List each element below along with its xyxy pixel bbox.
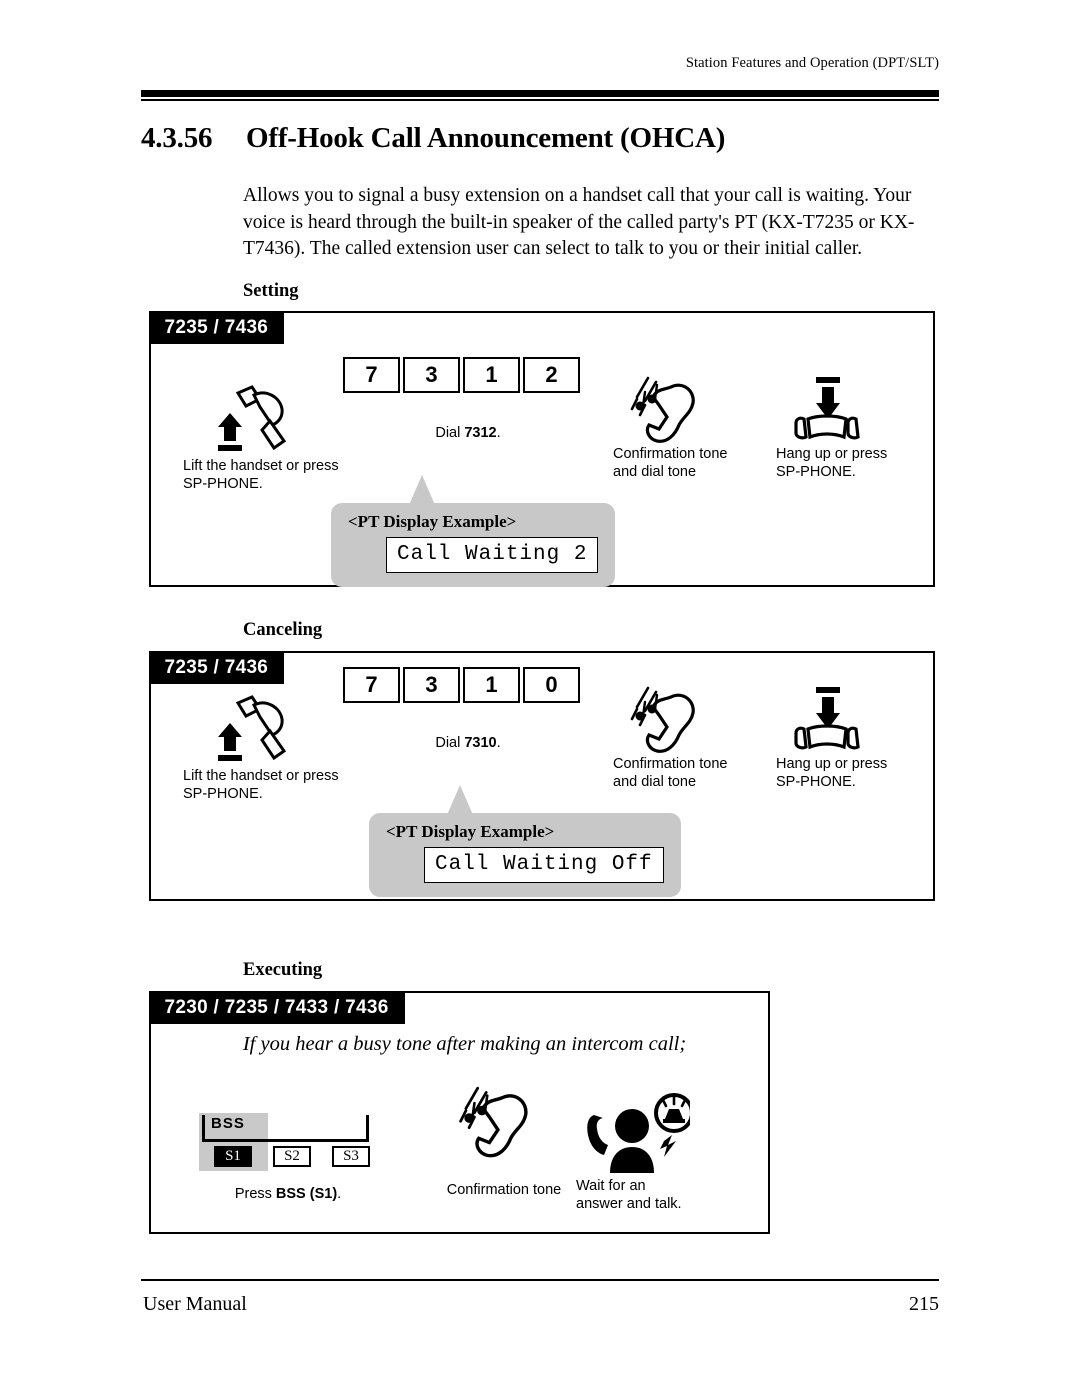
callout-bubble: <PT Display Example> Call Waiting 2 <box>331 503 616 587</box>
dial-period: . <box>496 425 501 441</box>
callout-title: <PT Display Example> <box>386 822 555 841</box>
press-period: . <box>337 1186 342 1202</box>
hang-up-icon <box>776 683 956 755</box>
intro-paragraph: Allows you to signal a busy extension on… <box>243 185 915 259</box>
step-confirmation-tone-executing: Confirmation tone <box>409 1073 599 1199</box>
step-press-bss: BSS S1 S2 S3 Press BSS (S1). <box>199 1113 399 1203</box>
softkey-row: BSS S1 S2 S3 <box>199 1113 375 1171</box>
model-banner-setting: 7235 / 7436 <box>148 310 285 344</box>
key-digit[interactable]: 0 <box>523 667 580 703</box>
procedure-box-executing: 7230 / 7235 / 7433 / 7436 If you hear a … <box>148 990 770 1234</box>
dial-code: 7310 <box>464 735 497 751</box>
dial-period: . <box>496 735 501 751</box>
confirmation-tone-icon <box>613 683 793 755</box>
key-digit[interactable]: 3 <box>403 667 460 703</box>
callout-title: <PT Display Example> <box>348 512 517 531</box>
person-answer-icon <box>576 1091 746 1177</box>
press-label: Press <box>234 1186 276 1202</box>
lcd-display: Call Waiting Off <box>424 847 664 883</box>
keypad-digits: 7 3 1 2 <box>343 357 593 393</box>
step-dial-canceling: 7 3 1 0 Dial 7310. <box>343 667 593 751</box>
model-banner-executing: 7230 / 7235 / 7433 / 7436 <box>148 990 405 1024</box>
step-caption: Dial 7310. <box>343 735 593 751</box>
dial-label: Dial <box>435 735 465 751</box>
step-wait-answer: Wait for an answer and talk. <box>576 1091 746 1213</box>
step-confirmation-tone-canceling: Confirmation tone and dial tone <box>613 683 793 791</box>
softkey-s1[interactable]: S1 <box>214 1146 252 1167</box>
procedure-box-setting: 7235 / 7436 Lift the handset or press SP… <box>148 310 935 587</box>
dial-code: 7312 <box>464 425 497 441</box>
step-caption: Confirmation tone <box>446 1182 562 1198</box>
keypad-digits: 7 3 1 0 <box>343 667 593 703</box>
key-digit[interactable]: 7 <box>343 667 400 703</box>
callout-pointer <box>409 475 435 505</box>
dial-label: Dial <box>435 425 465 441</box>
subheading-executing: Executing <box>243 960 323 980</box>
key-digit[interactable]: 1 <box>463 357 520 393</box>
key-digit[interactable]: 2 <box>523 357 580 393</box>
header-rule-thin <box>141 99 939 101</box>
key-digit[interactable]: 7 <box>343 357 400 393</box>
step-caption: Lift the handset or press SP-PHONE. <box>183 768 339 802</box>
softkey-s2[interactable]: S2 <box>273 1146 311 1167</box>
footer-rule <box>141 1279 939 1281</box>
step-caption: Lift the handset or press SP-PHONE. <box>183 458 339 492</box>
lcd-display: Call Waiting 2 <box>386 537 599 573</box>
subheading-setting: Setting <box>243 281 299 301</box>
callout-bubble: <PT Display Example> Call Waiting Off <box>369 813 681 897</box>
confirmation-tone-icon <box>613 373 793 445</box>
press-key-name: BSS (S1) <box>275 1186 338 1202</box>
step-dial-setting: 7 3 1 2 Dial 7312. <box>343 357 593 441</box>
step-hangup-setting: Hang up or press SP-PHONE. <box>776 373 956 481</box>
running-head: Station Features and Operation (DPT/SLT) <box>685 55 939 71</box>
hang-up-icon <box>776 373 956 445</box>
step-hangup-canceling: Hang up or press SP-PHONE. <box>776 683 956 791</box>
page-title: 4.3.56 Off-Hook Call Announcement (OHCA) <box>141 122 941 155</box>
page-number: 215 <box>909 1293 939 1315</box>
section-number: 4.3.56 <box>141 122 213 154</box>
model-banner-canceling: 7235 / 7436 <box>148 650 285 684</box>
subheading-canceling: Canceling <box>243 620 323 640</box>
section-title-text: Off-Hook Call Announcement (OHCA) <box>246 122 726 154</box>
step-caption: Press BSS (S1). <box>177 1185 399 1203</box>
step-caption: Dial 7312. <box>343 425 593 441</box>
softkey-label-bss: BSS <box>211 1115 245 1132</box>
key-digit[interactable]: 3 <box>403 357 460 393</box>
confirmation-tone-icon <box>409 1073 599 1181</box>
executing-note: If you hear a busy tone after making an … <box>242 1033 687 1055</box>
header-rule-thick <box>141 90 939 97</box>
step-caption: Wait for an answer and talk. <box>576 1178 682 1212</box>
softkey-s3[interactable]: S3 <box>332 1146 370 1167</box>
procedure-box-canceling: 7235 / 7436 Lift the handset or press SP… <box>148 650 935 901</box>
key-digit[interactable]: 1 <box>463 667 520 703</box>
step-confirmation-tone-setting: Confirmation tone and dial tone <box>613 373 793 481</box>
header-rule <box>141 90 939 101</box>
callout-pointer <box>447 785 473 815</box>
